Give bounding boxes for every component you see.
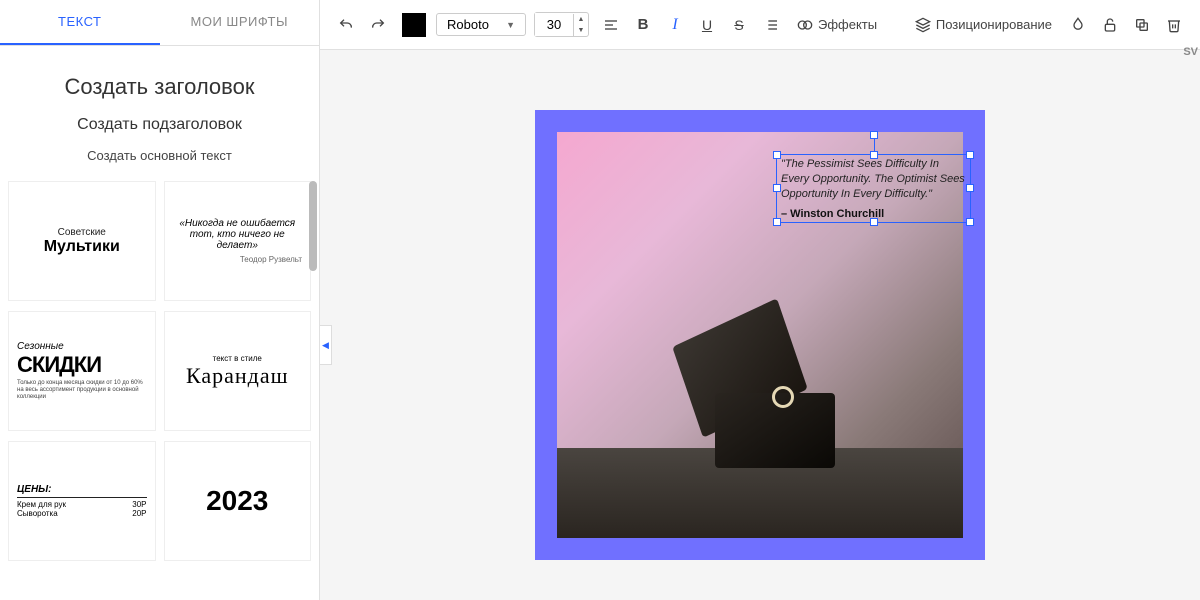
tab-text[interactable]: ТЕКСТ — [0, 0, 160, 45]
effects-button[interactable]: Эффекты — [789, 13, 885, 37]
list-button[interactable] — [757, 11, 785, 39]
template-text: Только до конца месяца скидки от 10 до 6… — [17, 380, 147, 402]
templates-list[interactable]: Советские Мультики «Никогда не ошибается… — [0, 181, 319, 600]
italic-button[interactable]: I — [661, 11, 689, 39]
resize-handle-bm[interactable] — [870, 218, 878, 226]
template-text: Мультики — [17, 238, 147, 256]
undo-button[interactable] — [332, 11, 360, 39]
redo-button[interactable] — [364, 11, 392, 39]
main-area: Roboto ▼ ▲ ▼ B I U S Эффекты — [320, 0, 1200, 600]
template-text: ЦЕНЫ: — [17, 484, 147, 498]
template-card[interactable]: Сезонные СКИДКИ Только до конца месяца с… — [8, 311, 156, 431]
quote-text[interactable]: "The Pessimist Sees Difficulty In Every … — [777, 155, 970, 204]
template-text: Советские — [17, 227, 147, 238]
right-cropped-label: SV — [1181, 40, 1200, 64]
text-create-options: Создать заголовок Создать подзаголовок С… — [0, 46, 319, 181]
font-family-select[interactable]: Roboto ▼ — [436, 13, 526, 36]
image-ring-box — [680, 348, 840, 478]
template-card[interactable]: текст в стиле Карандаш — [164, 311, 312, 431]
opacity-button[interactable] — [1064, 11, 1092, 39]
resize-handle-br[interactable] — [966, 218, 974, 226]
template-text: Сыворотка — [17, 509, 58, 518]
effects-label: Эффекты — [818, 17, 877, 32]
font-size-control: ▲ ▼ — [534, 12, 589, 37]
template-text: Крем для рук — [17, 500, 66, 509]
strikethrough-button[interactable]: S — [725, 11, 753, 39]
artboard[interactable]: "The Pessimist Sees Difficulty In Every … — [535, 110, 985, 560]
align-button[interactable] — [597, 11, 625, 39]
template-text: Сезонные — [17, 341, 147, 352]
sidebar-tabs: ТЕКСТ МОИ ШРИФТЫ — [0, 0, 319, 46]
resize-handle-ml[interactable] — [773, 184, 781, 192]
effects-icon — [797, 17, 813, 33]
template-text: Карандаш — [173, 363, 303, 389]
resize-handle-mr[interactable] — [966, 184, 974, 192]
rotation-handle[interactable] — [870, 131, 878, 139]
create-body-button[interactable]: Создать основной текст — [10, 148, 309, 163]
layers-icon — [915, 17, 931, 33]
toolbar: Roboto ▼ ▲ ▼ B I U S Эффекты — [320, 0, 1200, 50]
font-size-down[interactable]: ▼ — [574, 25, 588, 36]
underline-button[interactable]: U — [693, 11, 721, 39]
template-card[interactable]: ЦЕНЫ: Крем для рук 30Р Сыворотка 20Р — [8, 441, 156, 561]
resize-handle-tm[interactable] — [870, 151, 878, 159]
font-family-value: Roboto — [447, 17, 489, 32]
template-text: 20Р — [132, 509, 146, 518]
positioning-label: Позиционирование — [936, 17, 1052, 32]
template-text: «Никогда не ошибается тот, кто ничего не… — [173, 218, 303, 251]
resize-handle-tl[interactable] — [773, 151, 781, 159]
lock-button[interactable] — [1096, 11, 1124, 39]
template-card[interactable]: 2023 — [164, 441, 312, 561]
chevron-down-icon: ▼ — [506, 20, 515, 30]
scrollbar[interactable] — [309, 181, 317, 600]
create-heading-button[interactable]: Создать заголовок — [10, 74, 309, 100]
sidebar: ТЕКСТ МОИ ШРИФТЫ Создать заголовок Созда… — [0, 0, 320, 600]
template-text: 2023 — [173, 485, 303, 517]
template-text: 30Р — [132, 500, 146, 509]
tab-my-fonts[interactable]: МОИ ШРИФТЫ — [160, 0, 320, 45]
canvas[interactable]: ◀ "The Pessimist Sees Difficulty In Ever… — [320, 50, 1200, 600]
delete-button[interactable] — [1160, 11, 1188, 39]
background-image[interactable]: "The Pessimist Sees Difficulty In Every … — [557, 132, 963, 538]
scrollbar-thumb[interactable] — [309, 181, 317, 271]
template-text: СКИДКИ — [17, 352, 147, 378]
resize-handle-tr[interactable] — [966, 151, 974, 159]
selected-text-element[interactable]: "The Pessimist Sees Difficulty In Every … — [776, 154, 971, 223]
font-size-input[interactable] — [535, 13, 573, 36]
duplicate-button[interactable] — [1128, 11, 1156, 39]
template-text: Теодор Рузвельт — [173, 255, 303, 264]
template-card[interactable]: «Никогда не ошибается тот, кто ничего не… — [164, 181, 312, 301]
font-size-up[interactable]: ▲ — [574, 14, 588, 25]
template-card[interactable]: Советские Мультики — [8, 181, 156, 301]
text-color-swatch[interactable] — [402, 13, 426, 37]
positioning-button[interactable]: Позиционирование — [907, 13, 1060, 37]
rotation-line — [874, 137, 875, 151]
bold-button[interactable]: B — [629, 11, 657, 39]
create-subheading-button[interactable]: Создать подзаголовок — [10, 116, 309, 134]
resize-handle-bl[interactable] — [773, 218, 781, 226]
collapse-sidebar-button[interactable]: ◀ — [320, 325, 332, 365]
template-text: текст в стиле — [173, 354, 303, 363]
